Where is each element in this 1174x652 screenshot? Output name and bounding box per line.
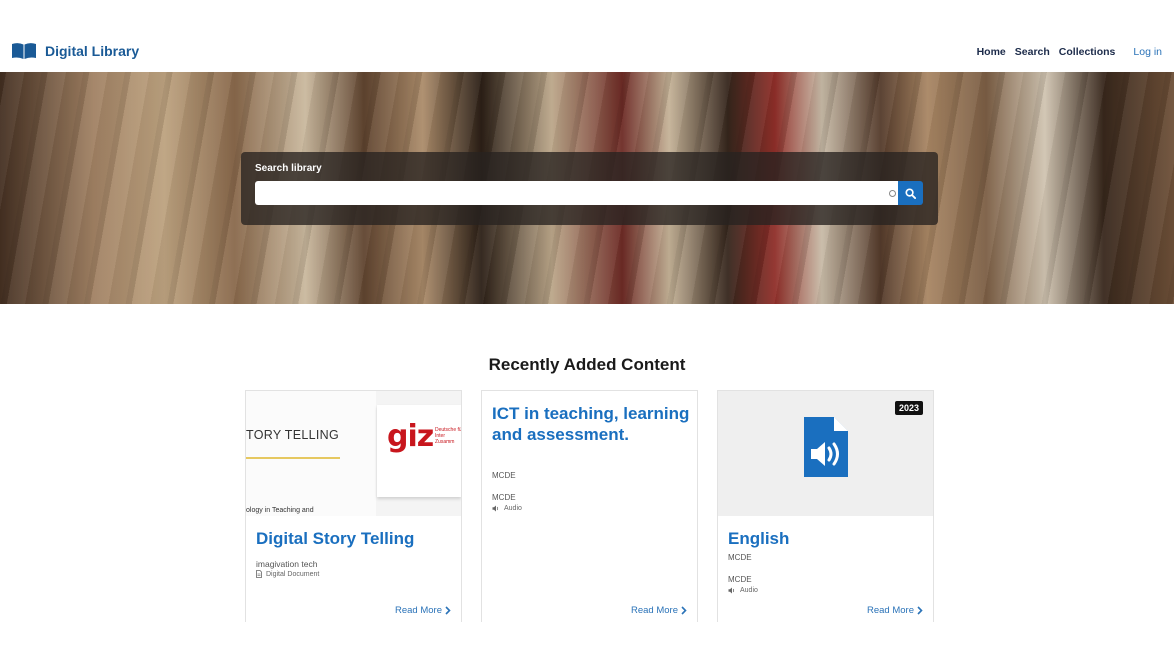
- card-publisher: MCDE: [728, 575, 752, 584]
- card-type: Audio: [492, 505, 522, 512]
- content-card[interactable]: ICT in teaching, learning and assessment…: [481, 390, 698, 622]
- site-header: Digital Library Home Search Collections …: [0, 30, 1174, 72]
- content-card[interactable]: TORY TELLING ology in Teaching and giz D…: [245, 390, 462, 622]
- thumbnail-caption: ology in Teaching and: [246, 507, 314, 514]
- thumbnail-text: TORY TELLING: [246, 428, 339, 442]
- card-author: MCDE: [728, 553, 752, 562]
- year-badge: 2023: [894, 401, 923, 415]
- search-label: Search library: [255, 163, 322, 174]
- chevron-right-icon: [681, 606, 687, 615]
- search-button[interactable]: [898, 181, 923, 205]
- giz-logo-text: giz: [387, 419, 434, 454]
- card-title[interactable]: Digital Story Telling: [256, 528, 414, 549]
- search-input[interactable]: [255, 181, 898, 205]
- read-more-link[interactable]: Read More: [867, 605, 923, 616]
- card-type-label: Audio: [504, 505, 522, 512]
- chevron-right-icon: [917, 606, 923, 615]
- giz-logo: giz Deutsche für Inter Zusamm: [377, 405, 461, 497]
- card-type-label: Digital Document: [266, 570, 320, 578]
- card-type-label: Audio: [740, 587, 758, 594]
- document-icon: [256, 570, 262, 578]
- speaker-icon: [728, 587, 735, 594]
- nav-home[interactable]: Home: [977, 46, 1006, 58]
- open-book-icon: [12, 43, 36, 59]
- card-publisher: MCDE: [492, 493, 516, 502]
- brand-link[interactable]: Digital Library: [11, 42, 139, 60]
- read-more-link[interactable]: Read More: [395, 605, 451, 616]
- nav-collections[interactable]: Collections: [1059, 46, 1116, 58]
- nav-search[interactable]: Search: [1015, 46, 1050, 58]
- giz-logo-subtext: Deutsche für Inter Zusamm: [435, 427, 461, 445]
- section-title: Recently Added Content: [488, 355, 686, 374]
- card-type: Audio: [728, 587, 758, 594]
- card-title[interactable]: ICT in teaching, learning and assessment…: [492, 403, 692, 445]
- card-author: imagivation tech: [256, 559, 318, 569]
- card-thumbnail[interactable]: TORY TELLING ology in Teaching and giz D…: [246, 391, 461, 516]
- main-nav: Home Search Collections Log in: [968, 46, 1162, 58]
- chevron-right-icon: [445, 606, 451, 615]
- search-icon: [905, 187, 916, 199]
- brand-title: Digital Library: [45, 43, 140, 59]
- card-type: Digital Document: [256, 570, 319, 578]
- read-more-link[interactable]: Read More: [631, 605, 687, 616]
- search-panel: Search library: [241, 152, 938, 225]
- loading-indicator-icon: [889, 190, 896, 197]
- audio-file-icon: [804, 417, 848, 477]
- nav-login[interactable]: Log in: [1133, 46, 1162, 58]
- speaker-icon: [492, 505, 499, 512]
- card-author: MCDE: [492, 471, 516, 480]
- content-card[interactable]: 2023 English MCDE MCDE Audio Read More: [717, 390, 934, 622]
- card-title[interactable]: English: [728, 528, 789, 549]
- card-thumbnail[interactable]: 2023: [718, 391, 933, 516]
- hero-banner: Search library: [0, 72, 1174, 304]
